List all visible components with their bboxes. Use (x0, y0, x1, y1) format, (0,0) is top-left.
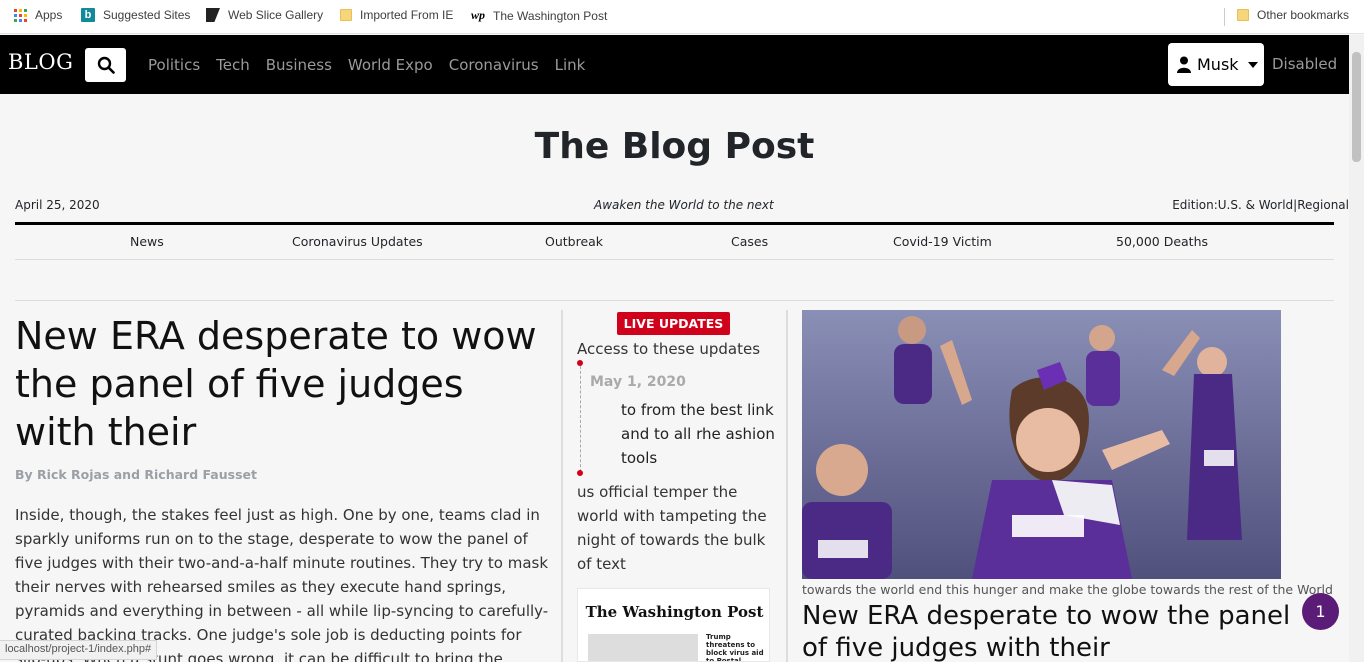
newspaper-headline: Trump threatens to block virus aid to Po… (706, 633, 764, 662)
search-button[interactable] (85, 48, 126, 82)
bookmark-suggested-sites[interactable]: b Suggested Sites (81, 8, 190, 22)
update-text[interactable]: to from the best link and to all rhe ash… (621, 398, 776, 470)
bookmark-other[interactable]: Other bookmarks (1237, 8, 1349, 22)
bookmarks-bar: Apps b Suggested Sites Web Slice Gallery… (0, 0, 1364, 34)
divider (15, 259, 1334, 260)
nav-link-business[interactable]: Business (266, 56, 332, 74)
photo-caption: towards the world end this hunger and ma… (802, 582, 1333, 597)
live-updates-badge: LIVE UPDATES (617, 312, 730, 335)
search-icon (97, 56, 115, 74)
bookmark-label: Suggested Sites (103, 8, 191, 22)
bookmark-label: Imported From IE (360, 8, 454, 22)
section-outbreak[interactable]: Outbreak (545, 234, 603, 249)
feature-headline[interactable]: New ERA desperate to wow the panel of fi… (802, 600, 1322, 662)
column-divider (786, 310, 788, 662)
edition-selector: Edition: U.S. & World | Regional (1172, 198, 1349, 212)
user-icon (1177, 56, 1191, 73)
bookmark-imported-from-ie[interactable]: Imported From IE (340, 8, 453, 22)
tagline: Awaken the World to the next (594, 198, 774, 212)
nav-link-link[interactable]: Link (555, 56, 586, 74)
status-bar-url: localhost/project-1/index.php# (0, 640, 158, 660)
newspaper-thumbnail[interactable]: The Washington Post Trump threatens to b… (577, 588, 770, 662)
folder-icon (340, 9, 352, 21)
bookmark-apps[interactable]: Apps (14, 8, 62, 22)
section-deaths[interactable]: 50,000 Deaths (1116, 234, 1208, 249)
edition-label: Edition: (1172, 198, 1218, 212)
apps-grid-icon (14, 8, 27, 22)
masthead-rule (15, 222, 1334, 225)
bookmark-label: Apps (35, 8, 63, 22)
bookmarks-divider (1224, 8, 1225, 26)
nav-link-tech[interactable]: Tech (216, 56, 250, 74)
timeline-line (580, 366, 581, 472)
article-byline: By Rick Rojas and Richard Fausset (15, 467, 257, 482)
edition-regional[interactable]: Regional (1297, 198, 1349, 212)
scrollbar-thumb[interactable] (1352, 52, 1361, 162)
article-headline[interactable]: New ERA desperate to wow the panel of fi… (15, 312, 550, 456)
notification-badge[interactable]: 1 (1302, 593, 1339, 630)
section-coronavirus-updates[interactable]: Coronavirus Updates (292, 234, 423, 249)
newspaper-photo (588, 634, 698, 661)
feature-photo[interactable] (802, 310, 1281, 579)
top-navbar: BLOG Politics Tech Business World Expo C… (0, 35, 1349, 94)
web-slice-icon (206, 8, 220, 22)
bookmark-label: Web Slice Gallery (228, 8, 324, 22)
washington-post-logo: The Washington Post (585, 603, 764, 621)
section-cases[interactable]: Cases (731, 234, 768, 249)
nav-links: Politics Tech Business World Expo Corona… (148, 56, 585, 74)
nav-link-world-expo[interactable]: World Expo (348, 56, 433, 74)
page-title: The Blog Post (534, 126, 815, 167)
date-line: April 25, 2020 (15, 198, 100, 212)
caret-down-icon (1247, 61, 1258, 68)
section-covid-victim[interactable]: Covid-19 Victim (893, 234, 992, 249)
bookmark-web-slice-gallery[interactable]: Web Slice Gallery (206, 8, 323, 22)
user-name: Musk (1197, 55, 1239, 74)
bookmark-washington-post[interactable]: wp The Washington Post (471, 8, 607, 23)
cheerleaders-image (802, 310, 1281, 579)
bookmark-label: The Washington Post (493, 8, 608, 23)
divider (15, 300, 1334, 301)
bing-icon: b (81, 8, 95, 22)
nav-link-politics[interactable]: Politics (148, 56, 200, 74)
brand-logo[interactable]: BLOG (8, 50, 73, 74)
user-dropdown-button[interactable]: Musk (1168, 43, 1264, 86)
scrollbar[interactable] (1349, 35, 1364, 662)
folder-icon (1237, 9, 1249, 21)
section-news[interactable]: News (130, 234, 164, 249)
nav-link-coronavirus[interactable]: Coronavirus (449, 56, 539, 74)
edition-us-world[interactable]: U.S. & World (1218, 198, 1293, 212)
timeline-dot (577, 470, 583, 476)
column-divider (561, 310, 563, 662)
article-body: Inside, though, the stakes feel just as … (15, 506, 549, 662)
update-date: May 1, 2020 (590, 374, 686, 390)
live-updates-intro[interactable]: Access to these updates (577, 340, 760, 358)
update-text[interactable]: us official temper the world with tampet… (577, 480, 772, 576)
washington-post-icon: wp (471, 8, 486, 22)
disabled-link: Disabled (1272, 55, 1338, 73)
bookmark-label: Other bookmarks (1257, 8, 1350, 22)
